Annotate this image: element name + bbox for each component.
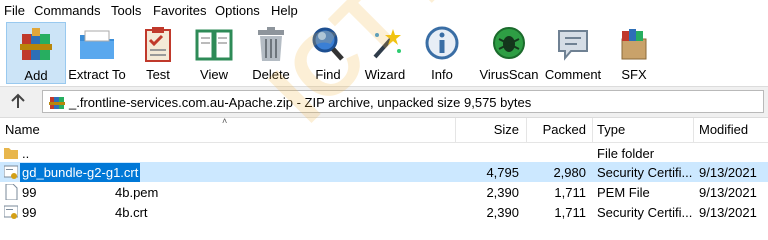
archive-path-text: _.frontline-services.com.au-Apache.zip -… — [69, 95, 532, 110]
extract-to-label: Extract To — [68, 67, 126, 82]
file-modified: 9/13/2021 — [699, 205, 757, 220]
address-bar: _.frontline-services.com.au-Apache.zip -… — [0, 86, 768, 118]
file-row[interactable]: 99 4b.pem 2,390 1,711 PEM File 9/13/2021 — [0, 182, 768, 202]
view-label: View — [200, 67, 228, 82]
file-type: PEM File — [597, 185, 650, 200]
file-name: gd_bundle-g2-g1.crt — [20, 163, 141, 182]
column-packed-header[interactable]: Packed — [526, 122, 586, 137]
file-name-tail: 4b.pem — [115, 185, 159, 200]
find-button[interactable]: Find — [298, 22, 358, 84]
view-button[interactable]: View — [184, 22, 244, 84]
toolbar: Add Extract To Test View Delete Find Wiz… — [0, 22, 768, 84]
test-button[interactable]: Test — [128, 22, 188, 84]
comment-icon — [558, 30, 588, 61]
wizard-button[interactable]: Wizard — [355, 22, 415, 84]
file-type: Security Certifi... — [597, 205, 693, 220]
column-type-header[interactable]: Type — [597, 122, 625, 137]
test-clipboard-icon — [145, 27, 171, 62]
info-label: Info — [431, 67, 453, 82]
file-name: .. — [22, 146, 30, 161]
magnifier-icon — [312, 27, 344, 61]
add-button[interactable]: Add — [6, 22, 66, 84]
comment-button[interactable]: Comment — [542, 22, 604, 84]
trash-can-icon — [258, 27, 284, 61]
delete-button[interactable]: Delete — [241, 22, 301, 84]
file-size: 4,795 — [486, 165, 519, 180]
file-modified: 9/13/2021 — [699, 165, 757, 180]
archive-path-field[interactable]: _.frontline-services.com.au-Apache.zip -… — [42, 90, 764, 113]
delete-label: Delete — [252, 67, 290, 82]
up-one-level-button[interactable] — [8, 91, 28, 111]
certificate-icon — [4, 205, 18, 219]
test-label: Test — [146, 67, 170, 82]
column-divider[interactable] — [693, 118, 694, 142]
menu-file[interactable]: File — [4, 3, 25, 19]
menu-help[interactable]: Help — [271, 3, 298, 19]
virusscan-button[interactable]: VirusScan — [478, 22, 540, 84]
file-list-header: ˄ Name Size Packed Type Modified — [0, 116, 768, 143]
menu-tools[interactable]: Tools — [111, 3, 141, 19]
file-name: 99 — [22, 185, 37, 200]
certificate-icon — [4, 165, 18, 179]
add-label: Add — [24, 68, 48, 83]
column-size-header[interactable]: Size — [455, 122, 519, 137]
file-packed-size: 2,980 — [553, 165, 586, 180]
menu-commands[interactable]: Commands — [34, 3, 100, 19]
virusscan-label: VirusScan — [479, 67, 539, 82]
sort-chevron-icon: ˄ — [222, 116, 228, 126]
zip-archive-icon — [49, 97, 65, 109]
file-packed-size: 1,711 — [554, 205, 586, 220]
menu-bar: File Commands Tools Favorites Options He… — [0, 0, 768, 22]
info-button[interactable]: Info — [412, 22, 472, 84]
add-archive-icon — [20, 28, 52, 60]
menu-options[interactable]: Options — [215, 3, 260, 19]
comment-label: Comment — [544, 67, 602, 82]
file-name: 99 — [22, 205, 37, 220]
file-size: 2,390 — [486, 205, 519, 220]
folder-icon — [4, 148, 18, 159]
file-modified: 9/13/2021 — [699, 185, 757, 200]
file-row-selected[interactable]: gd_bundle-g2-g1.crt 4,795 2,980 Security… — [0, 162, 768, 182]
file-type: File folder — [597, 146, 655, 161]
magic-wand-icon — [373, 29, 401, 59]
sfx-box-icon — [621, 29, 647, 60]
file-icon — [5, 184, 18, 200]
wizard-label: Wizard — [364, 67, 406, 82]
info-icon — [425, 26, 459, 60]
file-row-parent[interactable]: .. File folder — [0, 143, 768, 163]
sfx-label: SFX — [621, 67, 647, 82]
sfx-button[interactable]: SFX — [604, 22, 664, 84]
column-modified-header[interactable]: Modified — [699, 122, 748, 137]
extract-to-button[interactable]: Extract To — [66, 22, 128, 84]
virus-scan-icon — [493, 27, 525, 59]
view-book-icon — [195, 29, 233, 61]
column-name-header[interactable]: Name — [5, 122, 40, 137]
menu-favorites[interactable]: Favorites — [153, 3, 206, 19]
extract-folder-icon — [80, 30, 114, 59]
find-label: Find — [315, 67, 341, 82]
column-divider[interactable] — [592, 118, 593, 142]
file-row[interactable]: 99 4b.crt 2,390 1,711 Security Certifi..… — [0, 202, 768, 222]
file-packed-size: 1,711 — [554, 185, 586, 200]
up-arrow-icon — [11, 93, 25, 108]
file-size: 2,390 — [486, 185, 519, 200]
file-type: Security Certifi... — [597, 165, 693, 180]
file-name-tail: 4b.crt — [115, 205, 148, 220]
